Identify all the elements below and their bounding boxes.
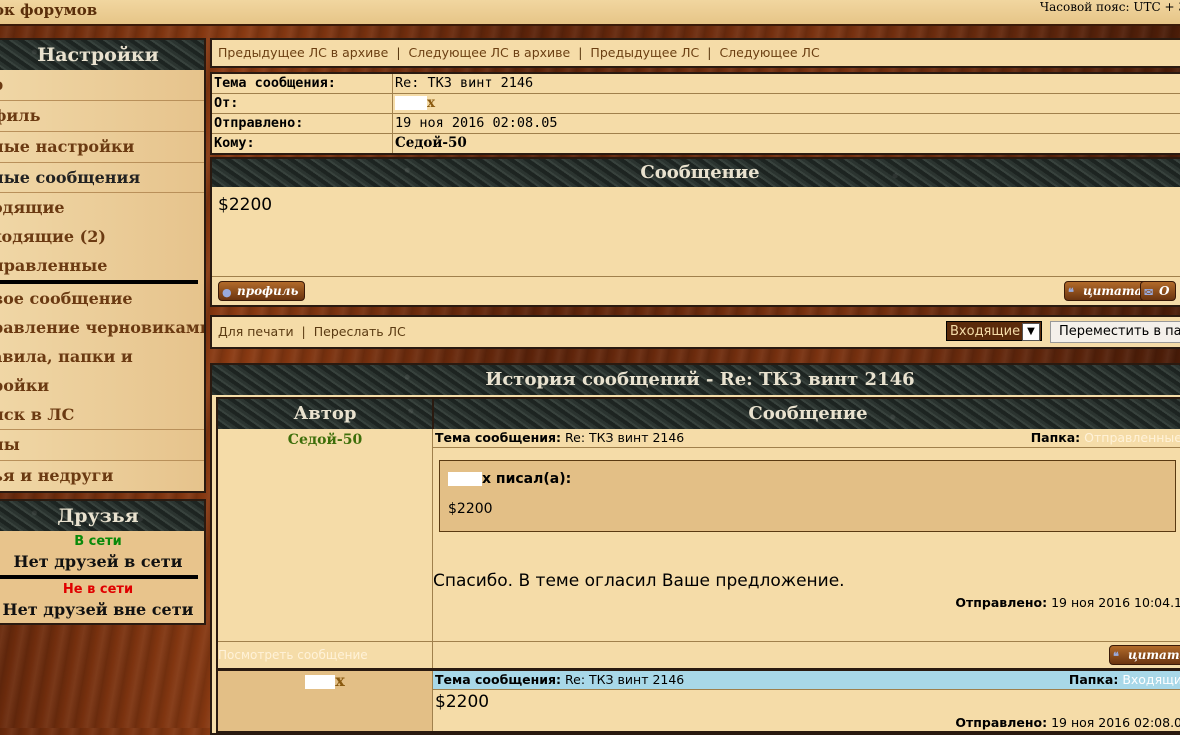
sidebar-item-compose[interactable]: вое сообщение [0, 284, 204, 313]
settings-title: Настройки [0, 40, 204, 70]
sidebar: Настройки р филь ные настройки ные сообщ… [0, 38, 206, 625]
table-row: Седой-50 Тема сообщения: Re: ТКЗ винт 21… [218, 429, 1180, 641]
forum-index-link[interactable]: ок форумов [0, 1, 97, 19]
quote-icon: ❝ [1113, 650, 1119, 663]
message-body: $2200 [212, 187, 1180, 277]
forward-link[interactable]: Переслать ЛС [314, 324, 406, 339]
offline-label: Не в сети [62, 582, 134, 597]
folder-link[interactable]: Отправленные [1084, 430, 1180, 445]
history-title: История сообщений - Re: ТКЗ винт 2146 [212, 365, 1180, 395]
view-message-link[interactable]: Посмотреть сообщение [218, 642, 433, 668]
envelope-icon: ✉ [1144, 286, 1154, 299]
chevron-down-icon: ▼ [1022, 323, 1040, 341]
sidebar-item-profile[interactable]: филь [0, 101, 204, 132]
message-column-header: Сообщение [748, 403, 868, 424]
from-row: От: х [212, 94, 1180, 114]
sidebar-item-sent[interactable]: правленные [0, 251, 204, 280]
sidebar-item-rules-cont[interactable]: ройки [0, 371, 204, 400]
user-icon: ● [222, 286, 232, 299]
quote-block: х писал(а): $2200 [439, 460, 1176, 532]
subject-label: Тема сообщения: [214, 75, 336, 91]
pm-navigation: Предыдущее ЛС в архиве | Следующее ЛС в … [218, 45, 820, 60]
history-body: $2200 [435, 692, 490, 712]
history-author-link[interactable]: Седой-50 [288, 432, 362, 448]
from-label: От: [214, 95, 239, 111]
history-row-footer: Посмотреть сообщение ❝цитата [218, 641, 1180, 668]
sidebar-item-search-pm[interactable]: иск в ЛС [0, 400, 204, 430]
sent-label: Отправлено: [214, 115, 304, 131]
main-content: Предыдущее ЛС в архиве | Следующее ЛС в … [210, 38, 1180, 735]
sidebar-item-drafts[interactable]: равление черновиками [0, 313, 204, 342]
sidebar-item-overview[interactable]: р [0, 70, 204, 101]
subject-row: Тема сообщения: Re: ТКЗ винт 2146 [212, 74, 1180, 94]
online-friends-text: Нет друзей в сети [13, 552, 183, 571]
history-table-header: Автор Сообщение [218, 399, 1180, 429]
history-meta: Тема сообщения: Re: ТКЗ винт 2146 Папка:… [433, 429, 1180, 448]
timezone-label: Часовой пояс: UTC + 3 [1039, 0, 1180, 14]
folder-select[interactable]: Входящие ▼ [946, 321, 1042, 341]
quote-icon: ❝ [1068, 286, 1074, 299]
pm-header: Тема сообщения: Re: ТКЗ винт 2146 От: х … [210, 72, 1180, 155]
history-panel: История сообщений - Re: ТКЗ винт 2146 Ав… [210, 363, 1180, 735]
settings-menu: Настройки р филь ные настройки ные сообщ… [0, 38, 206, 493]
sidebar-item-board-prefs[interactable]: ные настройки [0, 132, 204, 163]
sent-value: 19 ноя 2016 02:08.05 [395, 115, 558, 131]
online-label: В сети [74, 534, 122, 549]
history-table: Автор Сообщение Седой-50 Тема сообщения:… [216, 397, 1180, 733]
actions-bar: Для печати | Переслать ЛС Входящие ▼ Пер… [210, 315, 1180, 349]
prev-archive-link[interactable]: Предыдущее ЛС в архиве [218, 45, 388, 60]
sidebar-item-private-messages[interactable]: ные сообщения [0, 163, 204, 193]
pm-nav-panel: Предыдущее ЛС в архиве | Следующее ЛС в … [210, 38, 1180, 68]
history-meta: Тема сообщения: Re: ТКЗ винт 2146 Папка:… [433, 671, 1180, 690]
sidebar-item-groups[interactable]: пы [0, 430, 204, 461]
friends-panel: Друзья В сети Нет друзей в сети Не в сет… [0, 499, 206, 625]
reply-button[interactable]: ✉ О [1140, 281, 1177, 301]
folder-link[interactable]: Входящи [1122, 672, 1180, 687]
message-panel: Сообщение $2200 ● профиль ❝ цитата ✉ О [210, 157, 1180, 307]
recipient-link[interactable]: Седой-50 [395, 134, 467, 153]
print-link[interactable]: Для печати [218, 324, 294, 339]
sidebar-item-inbox[interactable]: одящие [0, 193, 204, 222]
redacted-name [305, 674, 336, 689]
message-buttons: ● профиль ❝ цитата ✉ О [212, 277, 1180, 305]
quote-button[interactable]: ❝ цитата [1064, 281, 1150, 301]
author-column-header: Автор [218, 399, 434, 429]
sidebar-item-rules[interactable]: авила, папки и [0, 342, 204, 371]
history-quote-button[interactable]: ❝цитата [1109, 645, 1180, 665]
sidebar-item-outbox[interactable]: ходящие (2) [0, 222, 204, 251]
redacted-name [395, 96, 427, 110]
move-to-folder-button[interactable]: Переместить в па [1050, 321, 1180, 343]
top-bar: ок форумов Часовой пояс: UTC + 3 [0, 0, 1180, 26]
from-value[interactable]: х [395, 94, 435, 113]
history-sent: Отправлено: 19 ноя 2016 10:04.1 [955, 595, 1180, 610]
prev-pm-link[interactable]: Предыдущее ЛС [590, 45, 699, 60]
friends-title: Друзья [0, 501, 204, 531]
to-row: Кому: Седой-50 [212, 134, 1180, 153]
history-reply-text: Спасибо. В теме огласил Ваше предложение… [433, 571, 845, 591]
sent-row: Отправлено: 19 ноя 2016 02:08.05 [212, 114, 1180, 134]
next-archive-link[interactable]: Следующее ЛС в архиве [409, 45, 571, 60]
subject-value: Re: ТКЗ винт 2146 [395, 75, 534, 91]
message-title: Сообщение [212, 159, 1180, 187]
table-row: х Тема сообщения: Re: ТКЗ винт 2146 Папк… [218, 668, 1180, 731]
offline-friends-text: Нет друзей вне сети [2, 600, 194, 619]
profile-button[interactable]: ● профиль [218, 281, 306, 301]
next-pm-link[interactable]: Следующее ЛС [719, 45, 819, 60]
to-label: Кому: [214, 135, 255, 151]
sidebar-item-friends-foes[interactable]: ья и недруги [0, 461, 204, 491]
